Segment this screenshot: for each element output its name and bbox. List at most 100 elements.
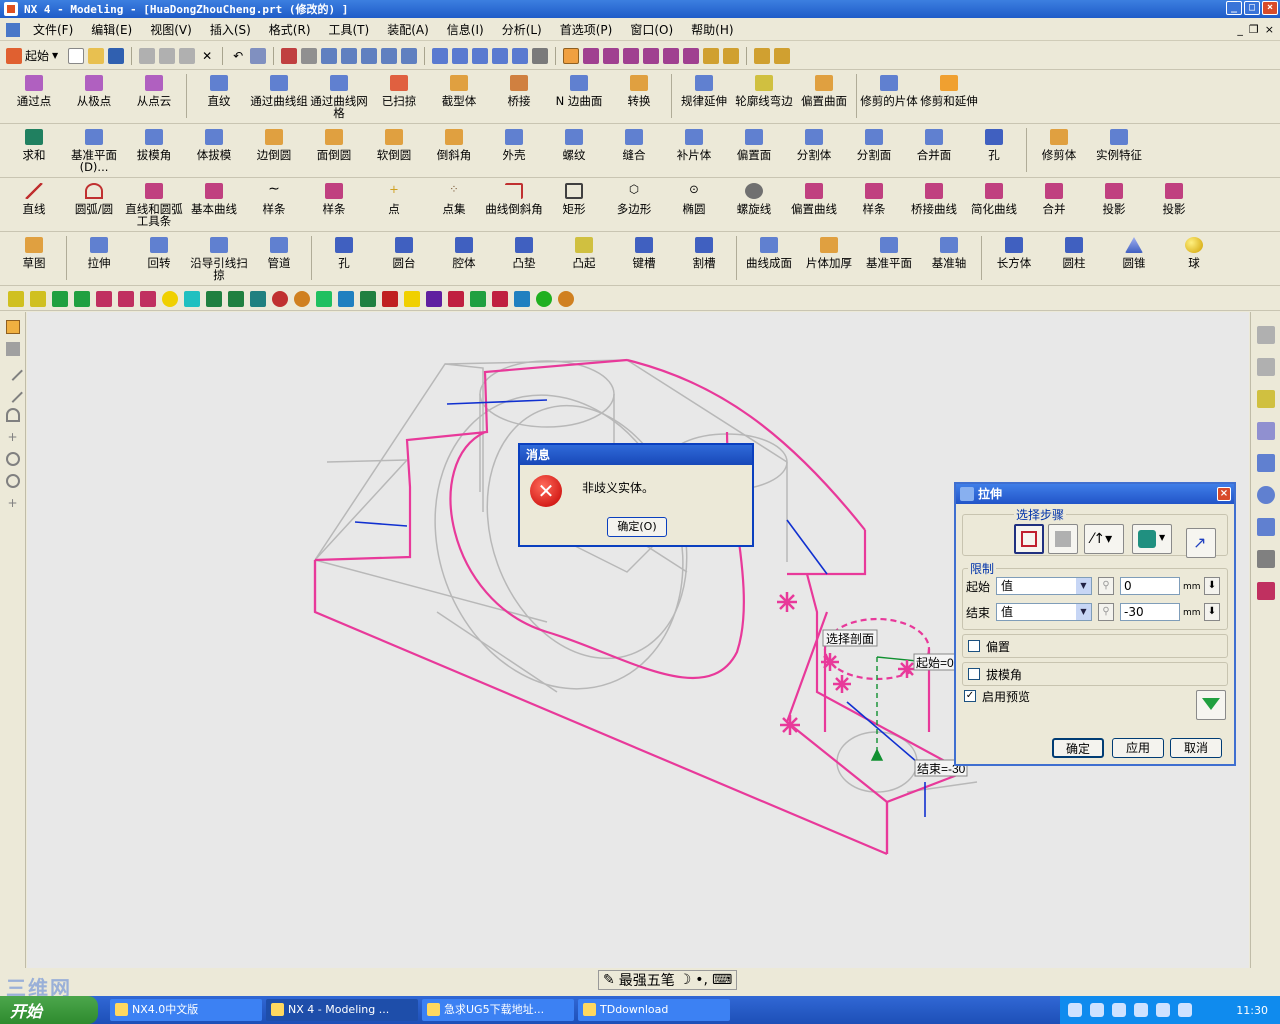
tool-datum-plane[interactable]: 基准平面(D)... bbox=[64, 125, 124, 175]
tool-small-10-icon[interactable] bbox=[206, 290, 222, 307]
tray-network-icon[interactable] bbox=[1112, 1003, 1126, 1017]
tool-trim-body[interactable]: 修剪体 bbox=[1029, 125, 1089, 175]
palette-icon[interactable] bbox=[1256, 390, 1275, 408]
message-ok-button[interactable]: 确定(O) bbox=[607, 517, 667, 537]
undo-icon[interactable]: ↶ bbox=[230, 48, 246, 64]
extrude-cancel-button[interactable]: 取消 bbox=[1170, 738, 1222, 758]
measure-icon[interactable] bbox=[754, 47, 771, 64]
tool-point[interactable]: + 点 bbox=[364, 179, 424, 229]
tool-offset-face[interactable]: 偏置面 bbox=[724, 125, 784, 175]
snap-quadrant-icon[interactable] bbox=[663, 47, 680, 64]
sketch-profile-icon[interactable] bbox=[2, 383, 23, 403]
ime-moon-icon[interactable]: ☽ bbox=[679, 972, 692, 988]
task-nx-modeling[interactable]: NX 4 - Modeling ... bbox=[266, 999, 418, 1021]
tool-sketch[interactable]: 草图 bbox=[4, 233, 64, 283]
task-ug5-download[interactable]: 急求UG5下载地址... bbox=[422, 999, 574, 1021]
start-menu-button[interactable]: ⬇ bbox=[1204, 577, 1220, 595]
tool-profile-flange[interactable]: 轮廓线弯边 bbox=[734, 71, 794, 121]
tool-through-points[interactable]: 通过点 bbox=[4, 71, 64, 121]
tool-spline-2[interactable]: 样条 bbox=[304, 179, 364, 229]
snap-center-icon[interactable] bbox=[623, 47, 640, 64]
tool-small-20-icon[interactable] bbox=[426, 290, 442, 307]
extrude-ok-button[interactable]: 确定 bbox=[1052, 738, 1104, 758]
expand-dialog-button[interactable] bbox=[1196, 690, 1226, 720]
tool-shell[interactable]: 外壳 bbox=[484, 125, 544, 175]
tool-merge-face[interactable]: 合并面 bbox=[904, 125, 964, 175]
menu-tools[interactable]: 工具(T) bbox=[320, 21, 379, 38]
tool-small-3-icon[interactable] bbox=[52, 290, 68, 307]
tool-face-blend[interactable]: 面倒圆 bbox=[304, 125, 364, 175]
front-view-icon[interactable] bbox=[492, 47, 509, 64]
tool-join-curve[interactable]: 合并 bbox=[1024, 179, 1084, 229]
tool-split-body[interactable]: 分割体 bbox=[784, 125, 844, 175]
sketch-circle-icon[interactable] bbox=[5, 452, 20, 466]
tool-small-21-icon[interactable] bbox=[448, 290, 464, 307]
layer-icon[interactable] bbox=[774, 47, 791, 64]
tool-sphere[interactable]: 球 bbox=[1164, 233, 1224, 283]
tool-polygon[interactable]: ⬡ 多边形 bbox=[604, 179, 664, 229]
tool-small-15-icon[interactable] bbox=[316, 290, 332, 307]
tool-small-25-icon[interactable] bbox=[536, 290, 552, 307]
tool-unite[interactable]: 求和 bbox=[4, 125, 64, 175]
tool-line[interactable]: 直线 bbox=[4, 179, 64, 229]
maximize-button[interactable]: □ bbox=[1244, 1, 1260, 15]
tool-instance-feature[interactable]: 实例特征 bbox=[1089, 125, 1149, 175]
step-boolean-button[interactable]: ▼ bbox=[1132, 524, 1172, 554]
ime-label[interactable]: 最强五笔 bbox=[619, 970, 675, 990]
menu-info[interactable]: 信息(I) bbox=[438, 21, 493, 38]
step-vector-button[interactable]: ⁄↑▾ bbox=[1084, 524, 1124, 554]
tool-tube[interactable]: 管道 bbox=[249, 233, 309, 283]
tool-extrude[interactable]: 拉伸 bbox=[69, 233, 129, 283]
tool-small-4-icon[interactable] bbox=[74, 290, 90, 307]
mdi-close-button[interactable]: × bbox=[1265, 23, 1274, 36]
sketch-select-icon[interactable] bbox=[5, 320, 20, 334]
tool-sweep-along-guide[interactable]: 沿导引线扫掠 bbox=[189, 233, 249, 283]
tool-small-2-icon[interactable] bbox=[30, 290, 46, 307]
menu-assembly[interactable]: 装配(A) bbox=[378, 21, 438, 38]
tool-thread[interactable]: 螺纹 bbox=[544, 125, 604, 175]
wireframe-view-icon[interactable] bbox=[452, 47, 469, 64]
ime-punct-icon[interactable]: •, bbox=[695, 972, 708, 988]
tool-helix[interactable]: 螺旋线 bbox=[724, 179, 784, 229]
menu-format[interactable]: 格式(R) bbox=[260, 21, 320, 38]
new-file-icon[interactable] bbox=[68, 47, 85, 64]
tool-bridge[interactable]: 桥接 bbox=[489, 71, 549, 121]
tool-project-1[interactable]: 投影 bbox=[1084, 179, 1144, 229]
tool-ellipse[interactable]: ⊙ 椭圆 bbox=[664, 179, 724, 229]
tool-small-17-icon[interactable] bbox=[360, 290, 376, 307]
close-button[interactable]: × bbox=[1262, 1, 1278, 15]
snap-mid-icon[interactable] bbox=[603, 47, 620, 64]
tool-from-point-cloud[interactable]: 从点云 bbox=[124, 71, 184, 121]
sketch-tool-icon[interactable] bbox=[5, 342, 20, 356]
step-direction-button[interactable] bbox=[1048, 524, 1078, 554]
extrude-close-button[interactable]: × bbox=[1217, 487, 1231, 501]
snap-existing-icon[interactable] bbox=[703, 47, 720, 64]
select-arrow-icon[interactable] bbox=[563, 47, 580, 64]
tool-slot[interactable]: 键槽 bbox=[614, 233, 674, 283]
tool-small-22-icon[interactable] bbox=[470, 290, 486, 307]
sketch-circle2-icon[interactable] bbox=[5, 474, 20, 488]
zoom-icon[interactable] bbox=[301, 47, 318, 64]
wcs-icon[interactable] bbox=[532, 47, 549, 64]
tool-offset-curve[interactable]: 偏置曲线 bbox=[784, 179, 844, 229]
tool-small-19-icon[interactable] bbox=[404, 290, 420, 307]
task-nx-cn[interactable]: NX4.0中文版 bbox=[110, 999, 262, 1021]
tool-small-18-icon[interactable] bbox=[382, 290, 398, 307]
tool-rectangle[interactable]: 矩形 bbox=[544, 179, 604, 229]
start-mode-select[interactable]: 值 ▼ bbox=[996, 577, 1092, 595]
pan-icon[interactable] bbox=[381, 47, 398, 64]
system-materials-icon[interactable] bbox=[1256, 518, 1275, 536]
mdi-restore-button[interactable]: ❐ bbox=[1249, 23, 1259, 36]
tool-datum-plane-2[interactable]: 基准平面 bbox=[859, 233, 919, 283]
history-icon[interactable] bbox=[1256, 486, 1275, 504]
tool-spline-3[interactable]: 样条 bbox=[844, 179, 904, 229]
tool-block[interactable]: 长方体 bbox=[984, 233, 1044, 283]
tool-through-curves[interactable]: 通过曲线组 bbox=[249, 71, 309, 121]
tool-patch[interactable]: 补片体 bbox=[664, 125, 724, 175]
tool-revolve[interactable]: 回转 bbox=[129, 233, 189, 283]
tool-boss[interactable]: 圆台 bbox=[374, 233, 434, 283]
document-icon[interactable] bbox=[6, 22, 20, 37]
tool-small-23-icon[interactable] bbox=[492, 290, 508, 307]
preview-checkbox[interactable]: ✓ bbox=[964, 690, 976, 702]
snap-intersect-icon[interactable] bbox=[683, 47, 700, 64]
